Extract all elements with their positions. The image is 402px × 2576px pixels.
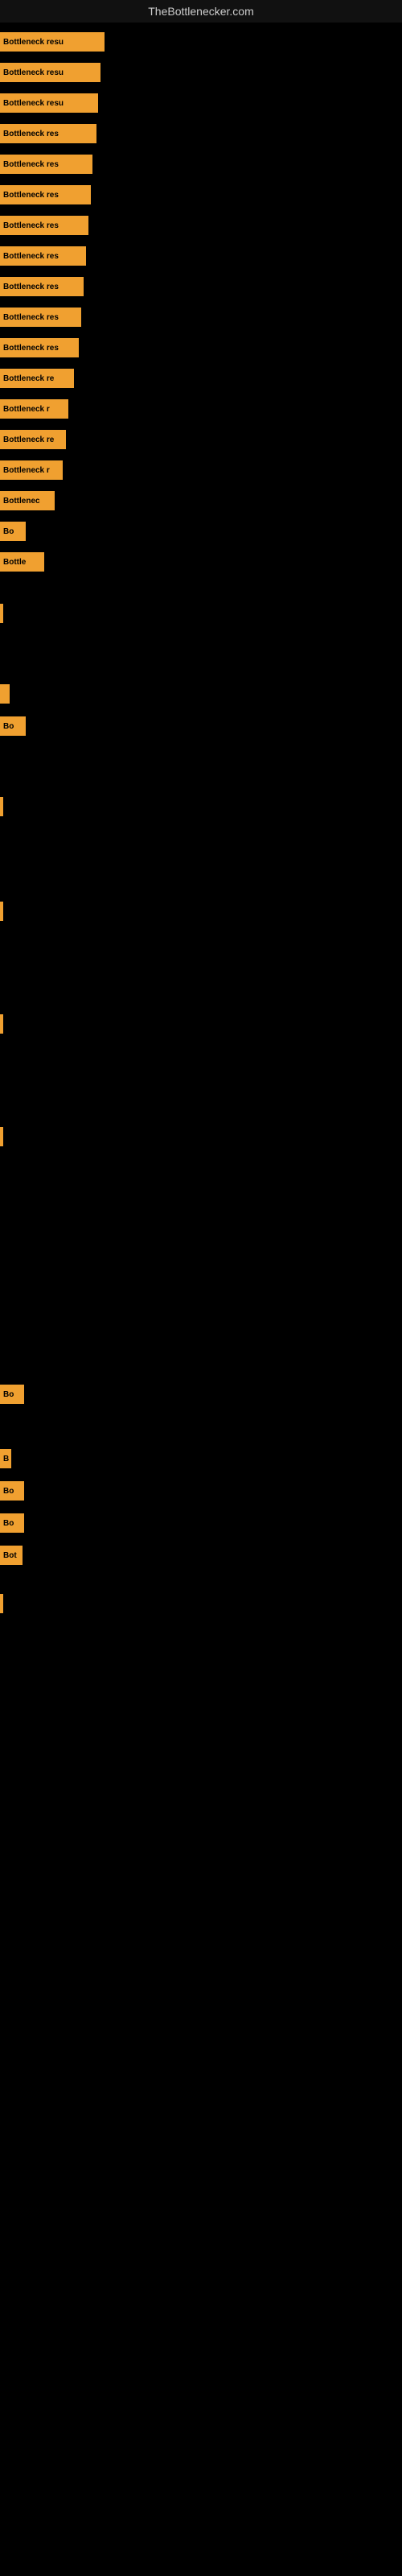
bar-item: Bottleneck re [0,430,66,449]
bar-label: Bo [3,722,14,731]
bar-item: Bo [0,1481,24,1501]
bar-item: Bottleneck res [0,246,86,266]
bar-label: Bottleneck resu [3,38,64,47]
bar-label: Bot [3,1551,17,1560]
bar-item: Bottleneck r [0,399,68,419]
bar-label: Bottleneck re [3,374,54,383]
bar-label: Bottleneck r [3,405,50,414]
bar-label: Bottleneck res [3,252,59,261]
bar-item [0,1594,3,1613]
bar-label: Bottleneck res [3,344,59,353]
bar-item: Bottleneck res [0,216,88,235]
bar-item: Bottle [0,552,44,572]
bar-label: Bottleneck re [3,436,54,444]
bar-label: Bottleneck res [3,160,59,169]
bar-item: Bottleneck resu [0,32,105,52]
bar-item: Bottleneck res [0,124,96,143]
site-title: TheBottlenecker.com [0,0,402,23]
bar-label: Bottlenec [3,497,40,506]
bar-item: Bottleneck res [0,308,81,327]
bar-item: Bo [0,1513,24,1533]
bar-item [0,604,3,623]
bar-label: Bottleneck resu [3,68,64,77]
bar-item: Bottleneck res [0,277,84,296]
bar-label: Bo [3,1390,14,1399]
bar-item: Bottleneck resu [0,93,98,113]
bar-item: Bo [0,522,26,541]
bar-item: Bo [0,1385,24,1404]
bar-item: Bottleneck res [0,338,79,357]
bar-label: B [3,1455,9,1463]
bar-label: Bottleneck res [3,313,59,322]
bar-label: Bottleneck resu [3,99,64,108]
bar-item [0,1127,3,1146]
bar-item: Bo [0,716,26,736]
bar-item: Bottleneck r [0,460,63,480]
bar-item [0,684,10,704]
bar-label: Bo [3,1487,14,1496]
bar-item: Bottleneck res [0,155,92,174]
chart-container: TheBottlenecker.com Bottleneck resu Bottl… [0,0,402,2576]
bar-label: Bottle [3,558,26,567]
bar-item: Bottlenec [0,491,55,510]
bar-label: Bottleneck res [3,191,59,200]
bar-item: Bottleneck res [0,185,91,204]
bar-label: Bottleneck res [3,130,59,138]
bar-item [0,902,3,921]
bar-item: Bottleneck resu [0,63,100,82]
bar-label: Bottleneck res [3,221,59,230]
bar-item: Bot [0,1546,23,1565]
bar-item [0,1014,3,1034]
bar-label: Bo [3,1519,14,1528]
bar-item: Bottleneck re [0,369,74,388]
bar-item: B [0,1449,11,1468]
bar-item [0,797,3,816]
bar-label: Bottleneck res [3,283,59,291]
bar-label: Bo [3,527,14,536]
bar-label: Bottleneck r [3,466,50,475]
